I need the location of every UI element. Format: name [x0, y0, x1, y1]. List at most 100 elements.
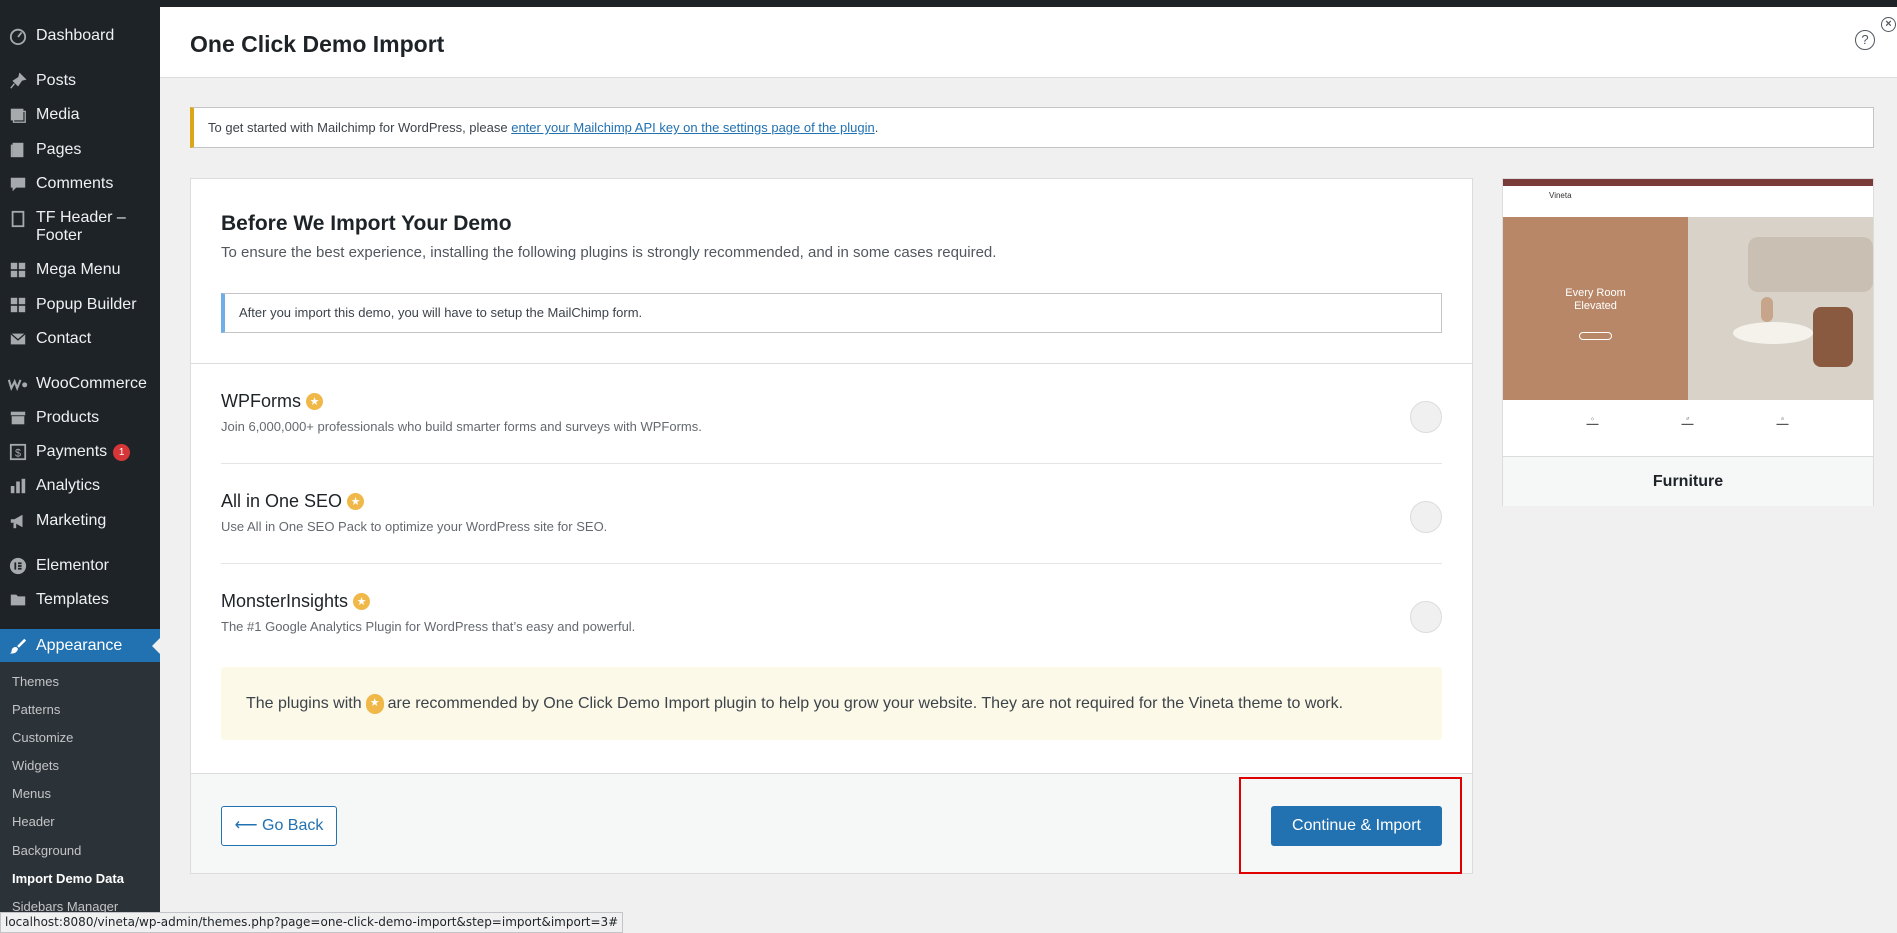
preview-feature: ↺ ▬▬▬	[1681, 416, 1694, 426]
elementor-icon	[8, 556, 28, 576]
sidebar-item-popup-builder[interactable]: Popup Builder	[0, 295, 160, 315]
plugin-checkbox[interactable]	[1410, 401, 1442, 433]
dollar-icon: $	[8, 442, 28, 462]
woo-icon	[8, 374, 28, 394]
preview-hero-panel: Every Room Elevated	[1503, 217, 1688, 400]
demo-preview-image: Vineta Every Room Elevated ◇ ▬▬▬ ↺ ▬▬▬ ⊙ ▬▬…	[1503, 179, 1873, 456]
bar-chart-icon	[8, 476, 28, 496]
star-icon: ★	[347, 493, 365, 510]
plugin-description: Join 6,000,000+ professionals who build …	[221, 419, 702, 434]
card-subtitle: To ensure the best experience, installin…	[221, 244, 997, 261]
submenu-item-widgets[interactable]: Widgets	[12, 758, 59, 773]
folder-icon	[8, 590, 28, 610]
submenu-item-import-demo-data[interactable]: Import Demo Data	[12, 871, 124, 886]
notice-text: To get started with Mailchimp for WordPr…	[208, 120, 512, 135]
sidebar-item-woocommerce[interactable]: WooCommerce	[0, 374, 160, 394]
submenu-item-header[interactable]: Header	[12, 814, 55, 829]
go-back-button[interactable]: ⟵ Go Back	[221, 806, 337, 846]
pin-icon	[8, 71, 28, 91]
sidebar-item-label: Posts	[36, 72, 77, 89]
submenu-item-background[interactable]: Background	[12, 843, 81, 858]
preview-feature: ⊙ ▬▬▬	[1776, 416, 1789, 426]
page-header: One Click Demo Import ? ×	[160, 7, 1897, 78]
notice-settings-link[interactable]: enter your Mailchimp API key on the sett…	[511, 120, 875, 135]
notice-suffix: .	[874, 120, 879, 135]
plugin-name: WPForms ★	[221, 391, 323, 412]
sidebar-item-label: Analytics	[36, 477, 101, 494]
sidebar-item-marketing[interactable]: Marketing	[0, 511, 160, 531]
preview-hero-text: Every Room Elevated	[1565, 287, 1626, 312]
sidebar-item-label: Payments	[36, 443, 108, 460]
payments-badge: 1	[113, 443, 131, 461]
sidebar-item-dashboard[interactable]: Dashboard	[0, 26, 160, 46]
plugin-checkbox[interactable]	[1410, 501, 1442, 533]
archive-icon	[8, 408, 28, 428]
submenu-item-patterns[interactable]: Patterns	[12, 702, 60, 717]
demo-name: Furniture	[1503, 456, 1873, 506]
sidebar-item-mega-menu[interactable]: Mega Menu	[0, 260, 160, 280]
admin-sidebar: Dashboard Posts Media Pages Comments TF …	[0, 0, 160, 933]
sidebar-item-label: Pages	[36, 141, 82, 158]
sidebar-item-pages[interactable]: Pages	[0, 140, 160, 160]
grid-icon	[8, 295, 28, 315]
sidebar-item-payments[interactable]: $ Payments 1	[0, 442, 160, 462]
pages-icon	[8, 140, 28, 160]
highlight-box	[1239, 777, 1462, 874]
sidebar-item-posts[interactable]: Posts	[0, 71, 160, 91]
sidebar-item-label: WooCommerce	[36, 375, 147, 392]
sidebar-item-label: Contact	[36, 330, 92, 347]
admin-top-bar	[0, 0, 1897, 7]
info-box: After you import this demo, you will hav…	[221, 293, 1442, 333]
preview-hero-photo	[1688, 217, 1873, 400]
sidebar-item-analytics[interactable]: Analytics	[0, 476, 160, 496]
divider	[221, 563, 1442, 564]
comment-icon	[8, 174, 28, 194]
sidebar-item-label: Appearance	[36, 636, 123, 654]
sidebar-item-contact[interactable]: Contact	[0, 329, 160, 349]
sidebar-item-tf-header-footer[interactable]: TF Header – Footer	[0, 209, 160, 245]
sidebar-item-appearance[interactable]: Appearance	[0, 629, 160, 662]
sidebar-item-label: Dashboard	[36, 27, 115, 44]
star-icon: ★	[365, 693, 384, 714]
plugin-checkbox[interactable]	[1410, 601, 1442, 633]
appearance-submenu: Themes Patterns Customize Widgets Menus …	[0, 662, 160, 933]
card-title: Before We Import Your Demo	[221, 212, 512, 235]
go-back-label: Go Back	[262, 817, 324, 834]
preview-sofa	[1748, 237, 1873, 292]
document-icon	[8, 209, 28, 229]
plugin-row-all-in-one-seo: All in One SEO ★ Use All in One SEO Pack …	[221, 491, 1442, 591]
preview-topstrip	[1503, 179, 1873, 186]
divider	[221, 463, 1442, 464]
help-icon[interactable]: ?	[1855, 30, 1875, 50]
sidebar-item-label: Marketing	[36, 512, 107, 529]
plugin-name: All in One SEO ★	[221, 491, 365, 512]
submenu-item-customize[interactable]: Customize	[12, 730, 73, 745]
submenu-item-menus[interactable]: Menus	[12, 786, 51, 801]
browser-status-url: localhost:8080/vineta/wp-admin/themes.ph…	[0, 912, 624, 933]
preview-hero-button	[1579, 332, 1612, 340]
sidebar-item-elementor[interactable]: Elementor	[0, 556, 160, 576]
plugin-row-wpforms: WPForms ★ Join 6,000,000+ professionals w…	[221, 391, 1442, 491]
note-text-before: The plugins with	[246, 695, 362, 712]
sidebar-item-templates[interactable]: Templates	[0, 590, 160, 610]
sidebar-item-media[interactable]: Media	[0, 105, 160, 125]
sidebar-item-products[interactable]: Products	[0, 408, 160, 428]
preview-vase	[1761, 297, 1773, 322]
mailchimp-notice: To get started with Mailchimp for WordPr…	[190, 107, 1874, 148]
sidebar-item-label: Comments	[36, 175, 114, 192]
demo-preview-card: Vineta Every Room Elevated ◇ ▬▬▬ ↺ ▬▬▬ ⊙ ▬▬…	[1502, 178, 1874, 506]
star-icon: ★	[353, 593, 371, 610]
arrow-left-icon: ⟵	[234, 817, 258, 834]
sidebar-item-label: TF Header – Footer	[36, 209, 126, 244]
preview-side-table	[1813, 307, 1853, 367]
star-icon: ★	[306, 393, 323, 410]
sidebar-item-label: Templates	[36, 591, 109, 608]
plugin-description: The #1 Google Analytics Plugin for WordP…	[221, 619, 636, 634]
plugin-name: MonsterInsights ★	[221, 591, 371, 612]
divider	[191, 363, 1472, 364]
submenu-item-themes[interactable]: Themes	[12, 674, 59, 689]
active-indicator	[152, 637, 160, 654]
megaphone-icon	[8, 511, 28, 531]
close-icon[interactable]: ×	[1881, 17, 1896, 32]
sidebar-item-comments[interactable]: Comments	[0, 174, 160, 194]
